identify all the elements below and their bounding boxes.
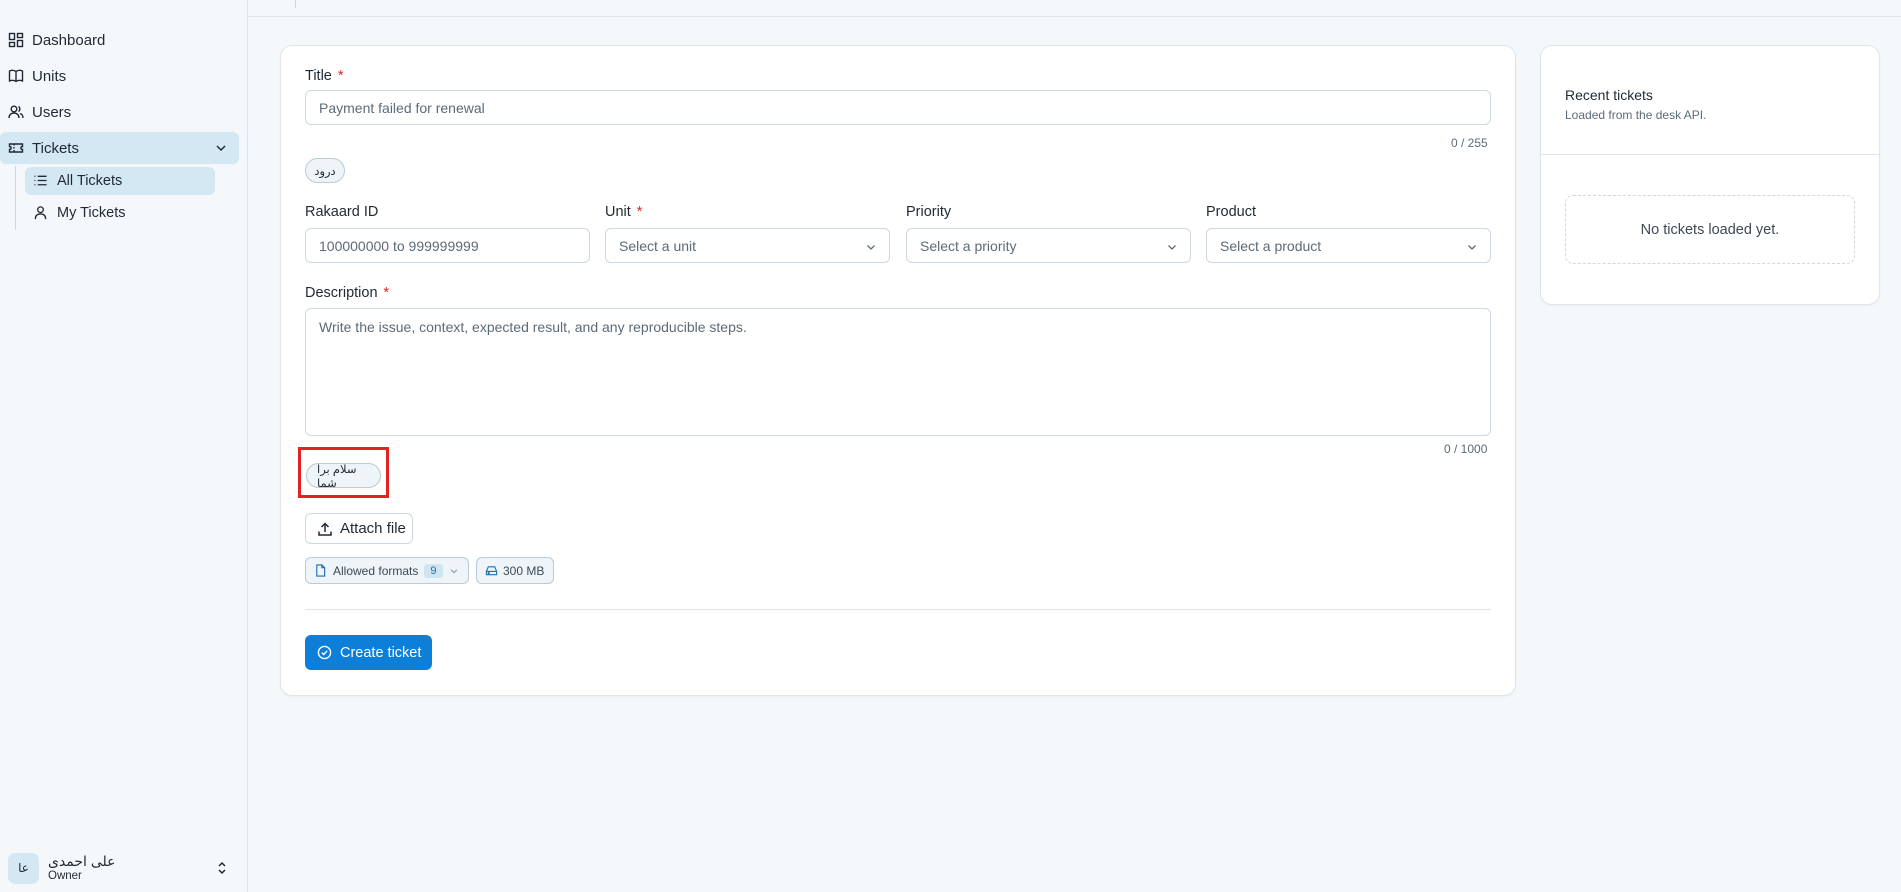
chevron-down-icon [1168, 245, 1176, 250]
sidebar-item-label: Units [32, 67, 67, 85]
user-icon [33, 205, 49, 221]
description-char-counter: 0 / 1000 [1444, 442, 1488, 456]
attach-file-button[interactable]: Attach file [305, 513, 413, 544]
book-icon [8, 68, 24, 84]
create-ticket-button[interactable]: Create ticket [305, 635, 432, 670]
top-bar [248, 0, 1901, 17]
sidebar-subitem-all-tickets[interactable]: All Tickets [25, 167, 215, 195]
recent-tickets-subtitle: Loaded from the desk API. [1565, 108, 1707, 122]
recent-tickets-empty-state: No tickets loaded yet. [1565, 195, 1855, 264]
title-char-counter: 0 / 255 [1451, 136, 1488, 150]
chevron-down-icon[interactable] [213, 140, 229, 156]
product-select[interactable]: Select a product [1206, 228, 1491, 263]
sidebar-item-label: Users [32, 103, 72, 121]
chevron-down-icon [867, 245, 875, 250]
user-name: علی احمدی [48, 853, 116, 869]
unit-label: Unit * [605, 204, 643, 220]
sidebar-item-dashboard[interactable]: Dashboard [0, 24, 239, 56]
file-icon [316, 564, 326, 577]
dashboard-icon [8, 32, 24, 48]
formats-count-badge: 9 [424, 563, 443, 578]
chevron-down-icon [450, 568, 457, 573]
avatar: عا [8, 852, 39, 884]
recent-tickets-card: Recent tickets Loaded from the desk API.… [1540, 45, 1880, 305]
recent-tickets-divider [1541, 154, 1879, 155]
title-suggestion-chip[interactable]: درود [305, 158, 345, 183]
upload-icon [318, 521, 332, 536]
allowed-formats-dropdown[interactable]: Allowed formats 9 [305, 557, 469, 584]
rakaard-id-input[interactable]: 100000000 to 999999999 [305, 228, 590, 263]
sidebar-item-label: Tickets [32, 139, 79, 157]
title-input[interactable]: Payment failed for renewal [305, 90, 1491, 125]
chevron-down-icon [1468, 245, 1476, 250]
chevrons-up-down-icon[interactable] [214, 860, 230, 876]
sidebar-subitem-label: All Tickets [57, 173, 123, 189]
product-label: Product [1206, 204, 1256, 220]
sidebar: Dashboard Units Users Tickets All Ticket… [0, 0, 248, 892]
sidebar-item-label: Dashboard [32, 31, 106, 49]
description-textarea[interactable]: Write the issue, context, expected resul… [305, 308, 1491, 436]
check-circle-icon [317, 645, 332, 660]
list-icon [33, 173, 49, 189]
rakaard-id-label: Rakaard ID [305, 204, 379, 220]
title-label: Title * [305, 68, 344, 84]
unit-select[interactable]: Select a unit [605, 228, 890, 263]
recent-tickets-title: Recent tickets [1565, 87, 1653, 103]
max-size-badge: 300 MB [476, 557, 554, 584]
selection-highlight-box [298, 447, 389, 498]
priority-label: Priority [906, 204, 952, 220]
sidebar-item-tickets[interactable]: Tickets [0, 132, 239, 164]
description-label: Description * [305, 285, 390, 301]
sidebar-item-users[interactable]: Users [0, 96, 239, 128]
sidebar-subitem-label: My Tickets [57, 205, 126, 221]
users-icon [8, 104, 24, 120]
user-role: Owner [48, 870, 82, 882]
hard-drive-icon [485, 566, 498, 576]
priority-select[interactable]: Select a priority [906, 228, 1191, 263]
ticket-icon [8, 140, 24, 156]
form-divider [305, 609, 1491, 610]
user-menu[interactable]: عا علی احمدی Owner [8, 850, 240, 886]
sidebar-item-units[interactable]: Units [0, 60, 239, 92]
sidebar-subitem-my-tickets[interactable]: My Tickets [25, 199, 215, 227]
submenu-guide-line [15, 166, 16, 230]
